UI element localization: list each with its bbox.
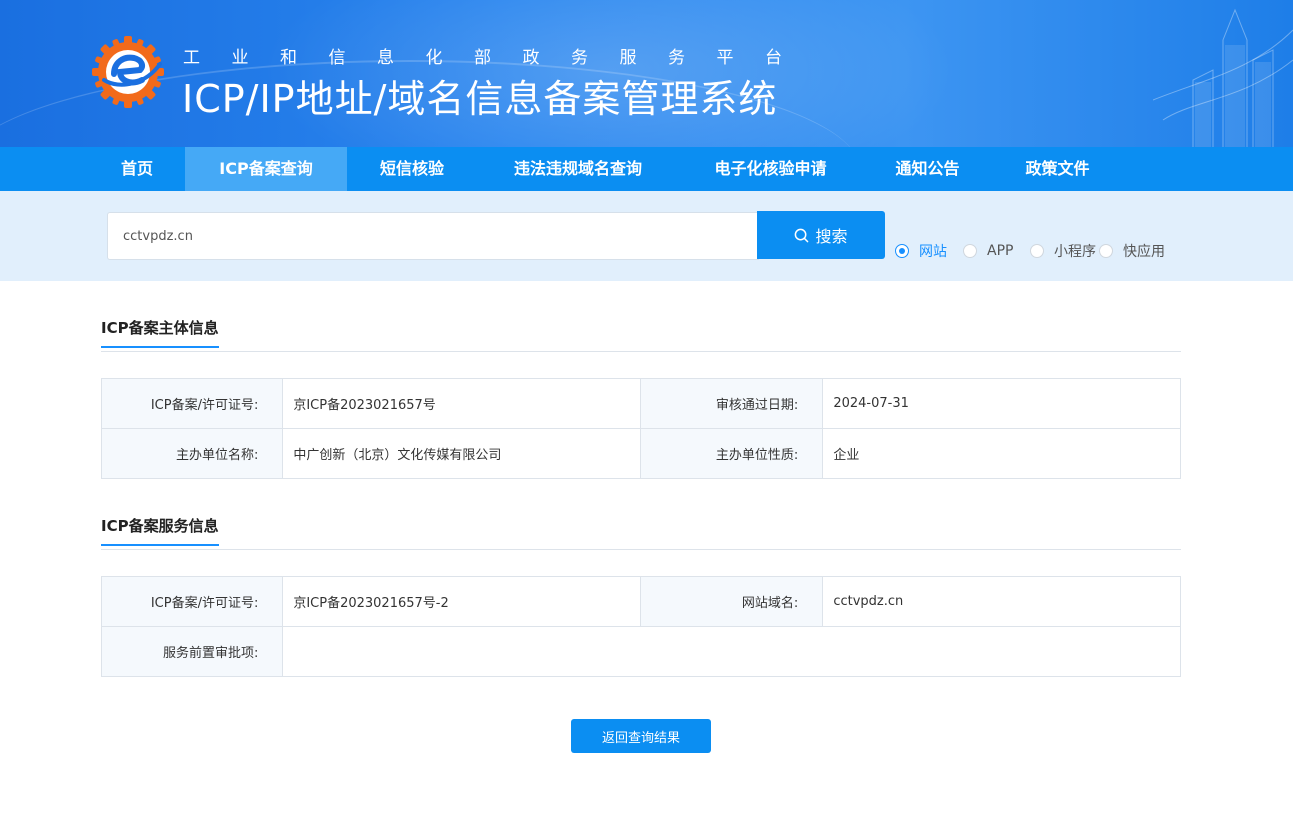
table-row: 服务前置审批项: [100,626,1181,677]
subject-section-title: ICP备案主体信息 [101,317,219,348]
header-title: ICP/IP地址/域名信息备案管理系统 [182,77,778,121]
license-label: ICP备案/许可证号: [100,378,284,429]
section-divider [101,351,1181,352]
table-row: ICP备案/许可证号: 京ICP备2023021657号 审核通过日期: 202… [100,378,1181,429]
license-value: 京ICP备2023021657号 [282,378,641,429]
nav-item-policies[interactable]: 政策文件 [993,147,1122,191]
nav-item-icp-query[interactable]: ICP备案查询 [185,147,347,191]
service-license-label: ICP备案/许可证号: [100,576,284,627]
radio-app[interactable]: APP [963,242,1013,260]
domain-value: cctvpdz.cn [822,576,1181,627]
org-name-label: 主办单位名称: [100,428,284,479]
table-row: 主办单位名称: 中广创新（北京）文化传媒有限公司 主办单位性质: 企业 [100,428,1181,479]
table-row: ICP备案/许可证号: 京ICP备2023021657号-2 网站域名: cct… [100,576,1181,627]
service-info-table: ICP备案/许可证号: 京ICP备2023021657号-2 网站域名: cct… [100,576,1181,677]
miit-logo-icon [92,36,164,108]
city-skyline-icon [1153,8,1293,147]
approve-date-value: 2024-07-31 [822,378,1181,429]
radio-website[interactable]: 网站 [895,242,947,260]
radio-label: 网站 [919,244,947,260]
subject-info-table: ICP备案/许可证号: 京ICP备2023021657号 审核通过日期: 202… [100,378,1181,479]
search-button[interactable]: 搜索 [757,211,885,259]
header-banner: 工业和信息化部政务服务平台 ICP/IP地址/域名信息备案管理系统 [0,0,1293,147]
service-license-value: 京ICP备2023021657号-2 [282,576,641,627]
preapproval-label: 服务前置审批项: [100,626,284,677]
main-nav: 首页 ICP备案查询 短信核验 违法违规域名查询 电子化核验申请 通知公告 政策… [0,147,1293,191]
nav-item-home[interactable]: 首页 [90,147,184,191]
radio-dot [895,244,909,258]
service-section-title: ICP备案服务信息 [101,515,219,546]
org-type-label: 主办单位性质: [639,428,824,479]
org-name-value: 中广创新（北京）文化传媒有限公司 [282,428,641,479]
back-to-results-button[interactable]: 返回查询结果 [571,719,711,753]
radio-dot [1030,244,1044,258]
radio-label: 快应用 [1123,244,1165,260]
preapproval-value [282,626,1181,677]
org-type-value: 企业 [822,428,1181,479]
radio-mini-program[interactable]: 小程序 [1030,242,1096,260]
nav-item-illegal-domain[interactable]: 违法违规域名查询 [477,147,679,191]
nav-item-e-verify[interactable]: 电子化核验申请 [679,147,862,191]
section-divider [101,549,1181,550]
search-button-label: 搜索 [815,227,848,246]
radio-dot [963,244,977,258]
search-input[interactable] [107,212,759,260]
domain-label: 网站域名: [639,576,824,627]
header-subtitle: 工业和信息化部政务服务平台 [183,48,814,68]
radio-dot [1099,244,1113,258]
nav-item-notices[interactable]: 通知公告 [862,147,993,191]
approve-date-label: 审核通过日期: [639,378,824,429]
nav-item-sms-verify[interactable]: 短信核验 [347,147,477,191]
radio-label: APP [987,243,1014,259]
search-icon [795,228,809,242]
radio-label: 小程序 [1054,244,1096,260]
search-band: 搜索 网站 APP 小程序 快应用 [0,191,1293,281]
radio-quick-app[interactable]: 快应用 [1099,242,1165,260]
